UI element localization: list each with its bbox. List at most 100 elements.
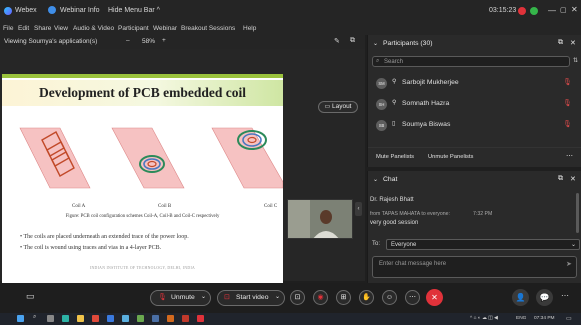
meeting-timer: 03:15:23 — [489, 7, 517, 14]
figure-caption: Figure: PCB coil configuration schemes C… — [65, 214, 220, 219]
chat-message: very good session — [370, 220, 419, 226]
start-icon[interactable] — [17, 315, 24, 322]
unmute-panelists-button[interactable]: Unmute Panelists — [428, 154, 473, 160]
unmute-label: Unmute — [171, 294, 195, 301]
menu-participant[interactable]: Participant — [118, 25, 149, 32]
audio-icon: ⚲ — [392, 79, 397, 85]
annotate-icon[interactable]: ✎ — [334, 37, 340, 45]
participant-name: Soumya Biswas — [402, 121, 451, 128]
coil-c-diagram — [211, 127, 283, 189]
layout-label: Layout — [331, 103, 352, 110]
chat-message-time: 7:32 PM — [473, 211, 493, 217]
chrome-icon[interactable] — [92, 315, 99, 322]
layout-button[interactable]: ▭ Layout — [318, 101, 358, 113]
webinar-info-button[interactable]: Webinar Info — [60, 7, 100, 14]
chat-toggle-button[interactable]: 💬 — [536, 289, 553, 306]
slide-accent-strip — [2, 74, 283, 78]
app-icon[interactable] — [107, 315, 114, 322]
webex-taskbar-icon[interactable] — [197, 315, 204, 322]
popout-icon[interactable]: ⧉ — [558, 175, 563, 183]
close-icon[interactable]: ✕ — [570, 175, 576, 183]
record-button[interactable]: ◉ — [313, 290, 328, 305]
more-panels-icon[interactable]: ⋯ — [561, 291, 569, 300]
edge-icon[interactable] — [62, 315, 69, 322]
app-icon[interactable] — [167, 315, 174, 322]
file-explorer-icon[interactable] — [77, 315, 84, 322]
participant-row[interactable]: SH ⚲ Somnath Hazra 🎙 — [368, 95, 581, 115]
start-video-button[interactable]: ⊡ Start video ⌄ — [217, 290, 285, 306]
captions-icon[interactable]: ▭ — [26, 291, 35, 302]
zoom-in-button[interactable]: + — [162, 37, 166, 44]
muted-mic-icon[interactable]: 🎙 — [563, 99, 572, 107]
collapse-chevron-icon[interactable]: ⌄ — [373, 40, 378, 47]
search-icon[interactable]: ⌕ — [33, 314, 36, 321]
more-options-button[interactable]: ⋯ — [405, 290, 420, 305]
participants-toggle-button[interactable]: 👤 — [512, 289, 529, 306]
chat-panel: ⌄ Chat ⧉ ✕ Dr. Rajesh Bhatt from TAPAS M… — [367, 171, 581, 283]
muted-mic-icon[interactable]: 🎙 — [563, 120, 572, 128]
hide-menu-bar-button[interactable]: Hide Menu Bar ^ — [108, 7, 160, 14]
share-content-button[interactable]: ⊡ — [290, 290, 305, 305]
chat-message-input[interactable]: Enter chat message here ➤ — [372, 256, 577, 278]
share-view-bar: Viewing Soumya's application(s) – 58% + … — [0, 35, 365, 49]
app-icon[interactable] — [137, 315, 144, 322]
meeting-controls-bar: ▭ 🎙 Unmute ⌄ ⊡ Start video ⌄ ⊡ ◉ ⊞ ✋ ☺ ⋯… — [0, 283, 581, 313]
unmute-button[interactable]: 🎙 Unmute ⌄ — [150, 290, 211, 306]
chat-title: Chat — [383, 176, 398, 183]
maximize-icon[interactable]: ▢ — [560, 6, 567, 14]
sort-icon[interactable]: ⇅ — [573, 57, 578, 64]
chevron-down-icon: ⌄ — [571, 242, 577, 248]
menu-file[interactable]: File — [3, 25, 13, 32]
menu-breakout-sessions[interactable]: Breakout Sessions — [181, 25, 235, 32]
minimize-icon[interactable]: — — [548, 6, 556, 15]
input-language[interactable]: ENG — [516, 316, 526, 321]
chat-scrollbar[interactable] — [576, 193, 579, 233]
zoom-level[interactable]: 58% — [142, 38, 155, 45]
app-icon[interactable] — [122, 315, 129, 322]
webex-window: Webex Webinar Info Hide Menu Bar ^ 03:15… — [0, 0, 581, 325]
taskbar-clock[interactable]: 07:34 PM — [534, 316, 555, 321]
menu-help[interactable]: Help — [243, 25, 256, 32]
end-meeting-button[interactable]: ✕ — [426, 289, 443, 306]
coil-b-label: Coil B — [158, 204, 172, 209]
raise-hand-button[interactable]: ✋ — [359, 290, 374, 305]
menu-view[interactable]: View — [54, 25, 68, 32]
menu-audio-video[interactable]: Audio & Video — [73, 25, 114, 32]
popout-icon[interactable]: ⧉ — [350, 37, 355, 45]
to-label: To: — [372, 241, 381, 247]
participant-row[interactable]: SB ▯ Soumya Biswas 🎙 — [368, 116, 581, 136]
participant-row[interactable]: SM ⚲ Sarbojit Mukherjee 🎙 — [368, 74, 581, 94]
video-thumbnail[interactable] — [287, 199, 353, 239]
more-options-icon[interactable]: ⋯ — [566, 152, 573, 160]
menu-edit[interactable]: Edit — [18, 25, 29, 32]
close-icon[interactable]: ✕ — [570, 39, 576, 47]
popout-icon[interactable]: ⧉ — [558, 39, 563, 47]
system-tray-icons[interactable]: ^ ⌂ ◐ ☁ ◫ ◀ — [470, 316, 498, 321]
menu-share[interactable]: Share — [34, 25, 51, 32]
menu-webinar[interactable]: Webinar — [153, 25, 177, 32]
task-view-icon[interactable] — [47, 315, 54, 322]
start-video-label: Start video — [236, 294, 269, 301]
connection-icon — [530, 7, 538, 15]
apps-button[interactable]: ⊞ — [336, 290, 351, 305]
mute-panelists-button[interactable]: Mute Panelists — [376, 154, 414, 160]
zoom-out-button[interactable]: – — [126, 37, 130, 44]
coil-a-label: Coil A — [72, 204, 86, 209]
chevron-down-icon: ⌄ — [275, 294, 281, 300]
close-icon[interactable]: ✕ — [571, 5, 578, 14]
app-name: Webex — [15, 7, 37, 14]
avatar: SB — [376, 120, 387, 131]
participant-search-input[interactable]: ⌕ Search — [372, 56, 570, 67]
windows-taskbar: ⌕ ^ ⌂ ◐ ☁ ◫ ◀ ENG 07:34 PM ▭ — [0, 313, 581, 325]
notifications-icon[interactable]: ▭ — [566, 315, 572, 322]
reactions-button[interactable]: ☺ — [382, 290, 397, 305]
collapse-panel-handle[interactable]: ‹ — [355, 202, 362, 216]
collapse-chevron-icon[interactable]: ⌄ — [373, 176, 378, 183]
coil-c-label: Coil C — [264, 204, 278, 209]
recipient-select[interactable]: Everyone ⌄ — [386, 239, 580, 250]
coil-a-diagram — [19, 127, 91, 189]
app-icon[interactable] — [182, 315, 189, 322]
app-icon[interactable] — [152, 315, 159, 322]
muted-mic-icon[interactable]: 🎙 — [563, 78, 572, 86]
send-icon[interactable]: ➤ — [566, 260, 572, 268]
